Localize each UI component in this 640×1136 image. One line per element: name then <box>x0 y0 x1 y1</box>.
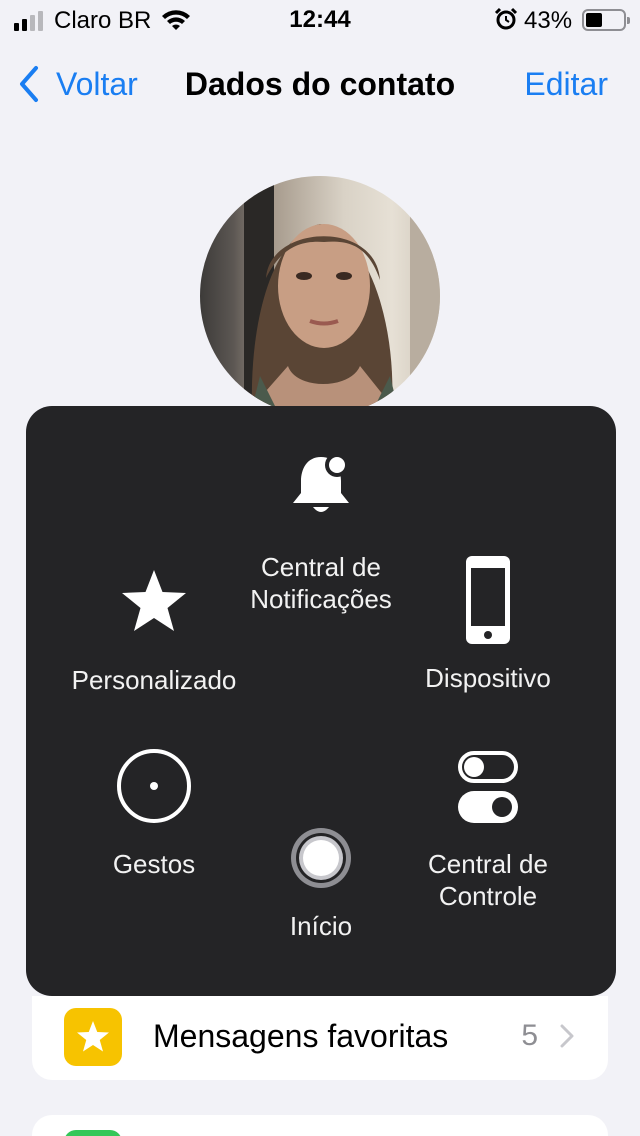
favorites-app-icon <box>64 1008 122 1066</box>
favorite-messages-label: Mensagens favoritas <box>153 1018 449 1054</box>
bell-icon <box>293 453 349 512</box>
custom-button[interactable]: Personalizado <box>54 568 254 696</box>
edit-button[interactable]: Editar <box>524 66 608 103</box>
chevron-right-icon <box>560 1024 574 1048</box>
home-button-icon <box>291 828 351 888</box>
star-icon <box>77 1021 109 1052</box>
assistive-touch-menu: Central de Notificações Personalizado Di… <box>26 406 616 996</box>
phone-icon <box>466 556 510 644</box>
home-label: Início <box>289 911 353 941</box>
star-icon <box>122 570 186 631</box>
control-center-button[interactable]: Central de Controle <box>388 750 588 912</box>
list-row-partial[interactable] <box>32 1115 608 1136</box>
contact-photo[interactable] <box>200 176 440 416</box>
gesture-circle-icon <box>117 749 191 823</box>
navigation-bar: Voltar Dados do contato Editar <box>0 56 640 112</box>
toggles-icon <box>458 751 518 823</box>
status-bar: Claro BR 12:44 43% <box>0 0 640 40</box>
battery-percentage: 43% <box>524 7 573 34</box>
control-center-label: Central de Controle <box>428 849 548 911</box>
battery-icon <box>582 9 630 31</box>
favorite-messages-row[interactable]: Mensagens favoritas 5 <box>32 996 608 1080</box>
screen: Claro BR 12:44 43% Voltar Dados do conta… <box>0 0 640 1136</box>
favorite-messages-count: 5 <box>521 1019 538 1052</box>
portrait-image <box>244 176 440 416</box>
app-icon <box>64 1130 122 1136</box>
alarm-icon <box>494 7 518 30</box>
device-label: Dispositivo <box>425 663 551 693</box>
custom-label: Personalizado <box>71 665 237 695</box>
device-button[interactable]: Dispositivo <box>388 554 588 694</box>
